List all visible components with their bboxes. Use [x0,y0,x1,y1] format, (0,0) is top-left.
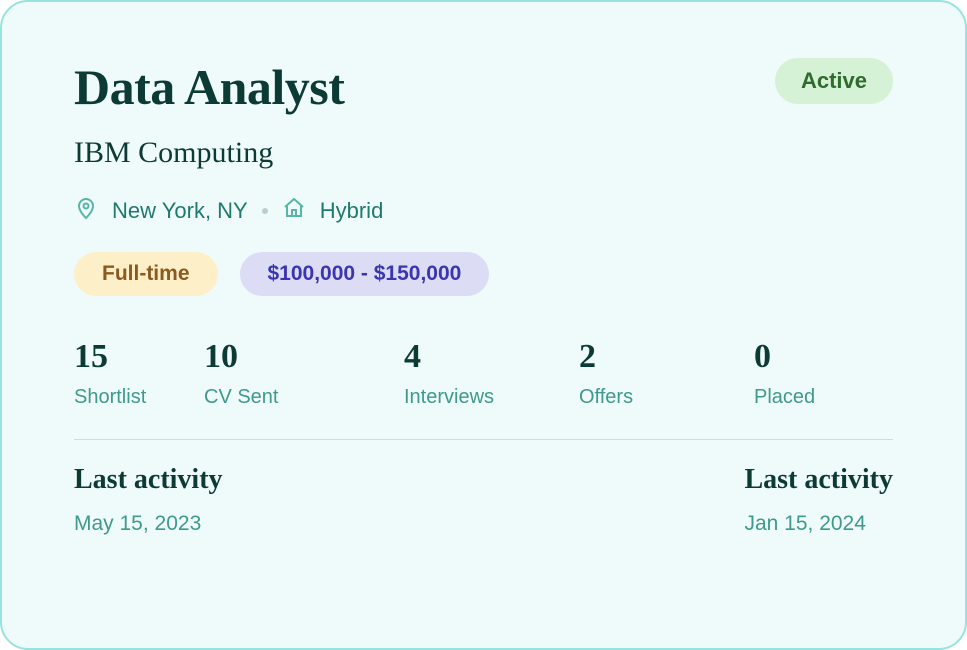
activity-date: May 15, 2023 [74,512,223,536]
salary-pill: $100,000 - $150,000 [240,252,490,296]
activity-title: Last activity [744,464,893,496]
job-card: Data Analyst Active IBM Computing New Yo… [0,0,967,650]
activity-left: Last activity May 15, 2023 [74,464,223,536]
stat-value: 0 [754,338,815,376]
home-icon [282,196,306,226]
stat-label: Interviews [404,386,579,409]
pill-row: Full-time $100,000 - $150,000 [74,252,893,296]
meta-row: New York, NY Hybrid [74,196,893,226]
stat-value: 10 [204,338,404,376]
stat-value: 4 [404,338,579,376]
company-name: IBM Computing [74,136,893,170]
divider [74,439,893,440]
header-row: Data Analyst Active [74,58,893,116]
stat-offers: 2 Offers [579,338,754,409]
activity-title: Last activity [74,464,223,496]
stat-placed: 0 Placed [754,338,815,409]
stat-label: CV Sent [204,386,404,409]
status-badge: Active [775,58,893,104]
stat-label: Placed [754,386,815,409]
stat-value: 15 [74,338,204,376]
work-mode-text: Hybrid [320,198,384,224]
activity-date: Jan 15, 2024 [744,512,893,536]
location-pin-icon [74,196,98,226]
activity-right: Last activity Jan 15, 2024 [744,464,893,536]
activity-row: Last activity May 15, 2023 Last activity… [74,464,893,536]
location-text: New York, NY [112,198,248,224]
separator-dot [262,208,268,214]
stat-shortlist: 15 Shortlist [74,338,204,409]
stat-value: 2 [579,338,754,376]
stat-label: Offers [579,386,754,409]
stat-cv-sent: 10 CV Sent [204,338,404,409]
stat-interviews: 4 Interviews [404,338,579,409]
job-title: Data Analyst [74,58,344,116]
stat-label: Shortlist [74,386,204,409]
employment-type-pill: Full-time [74,252,218,296]
stats-row: 15 Shortlist 10 CV Sent 4 Interviews 2 O… [74,338,893,409]
